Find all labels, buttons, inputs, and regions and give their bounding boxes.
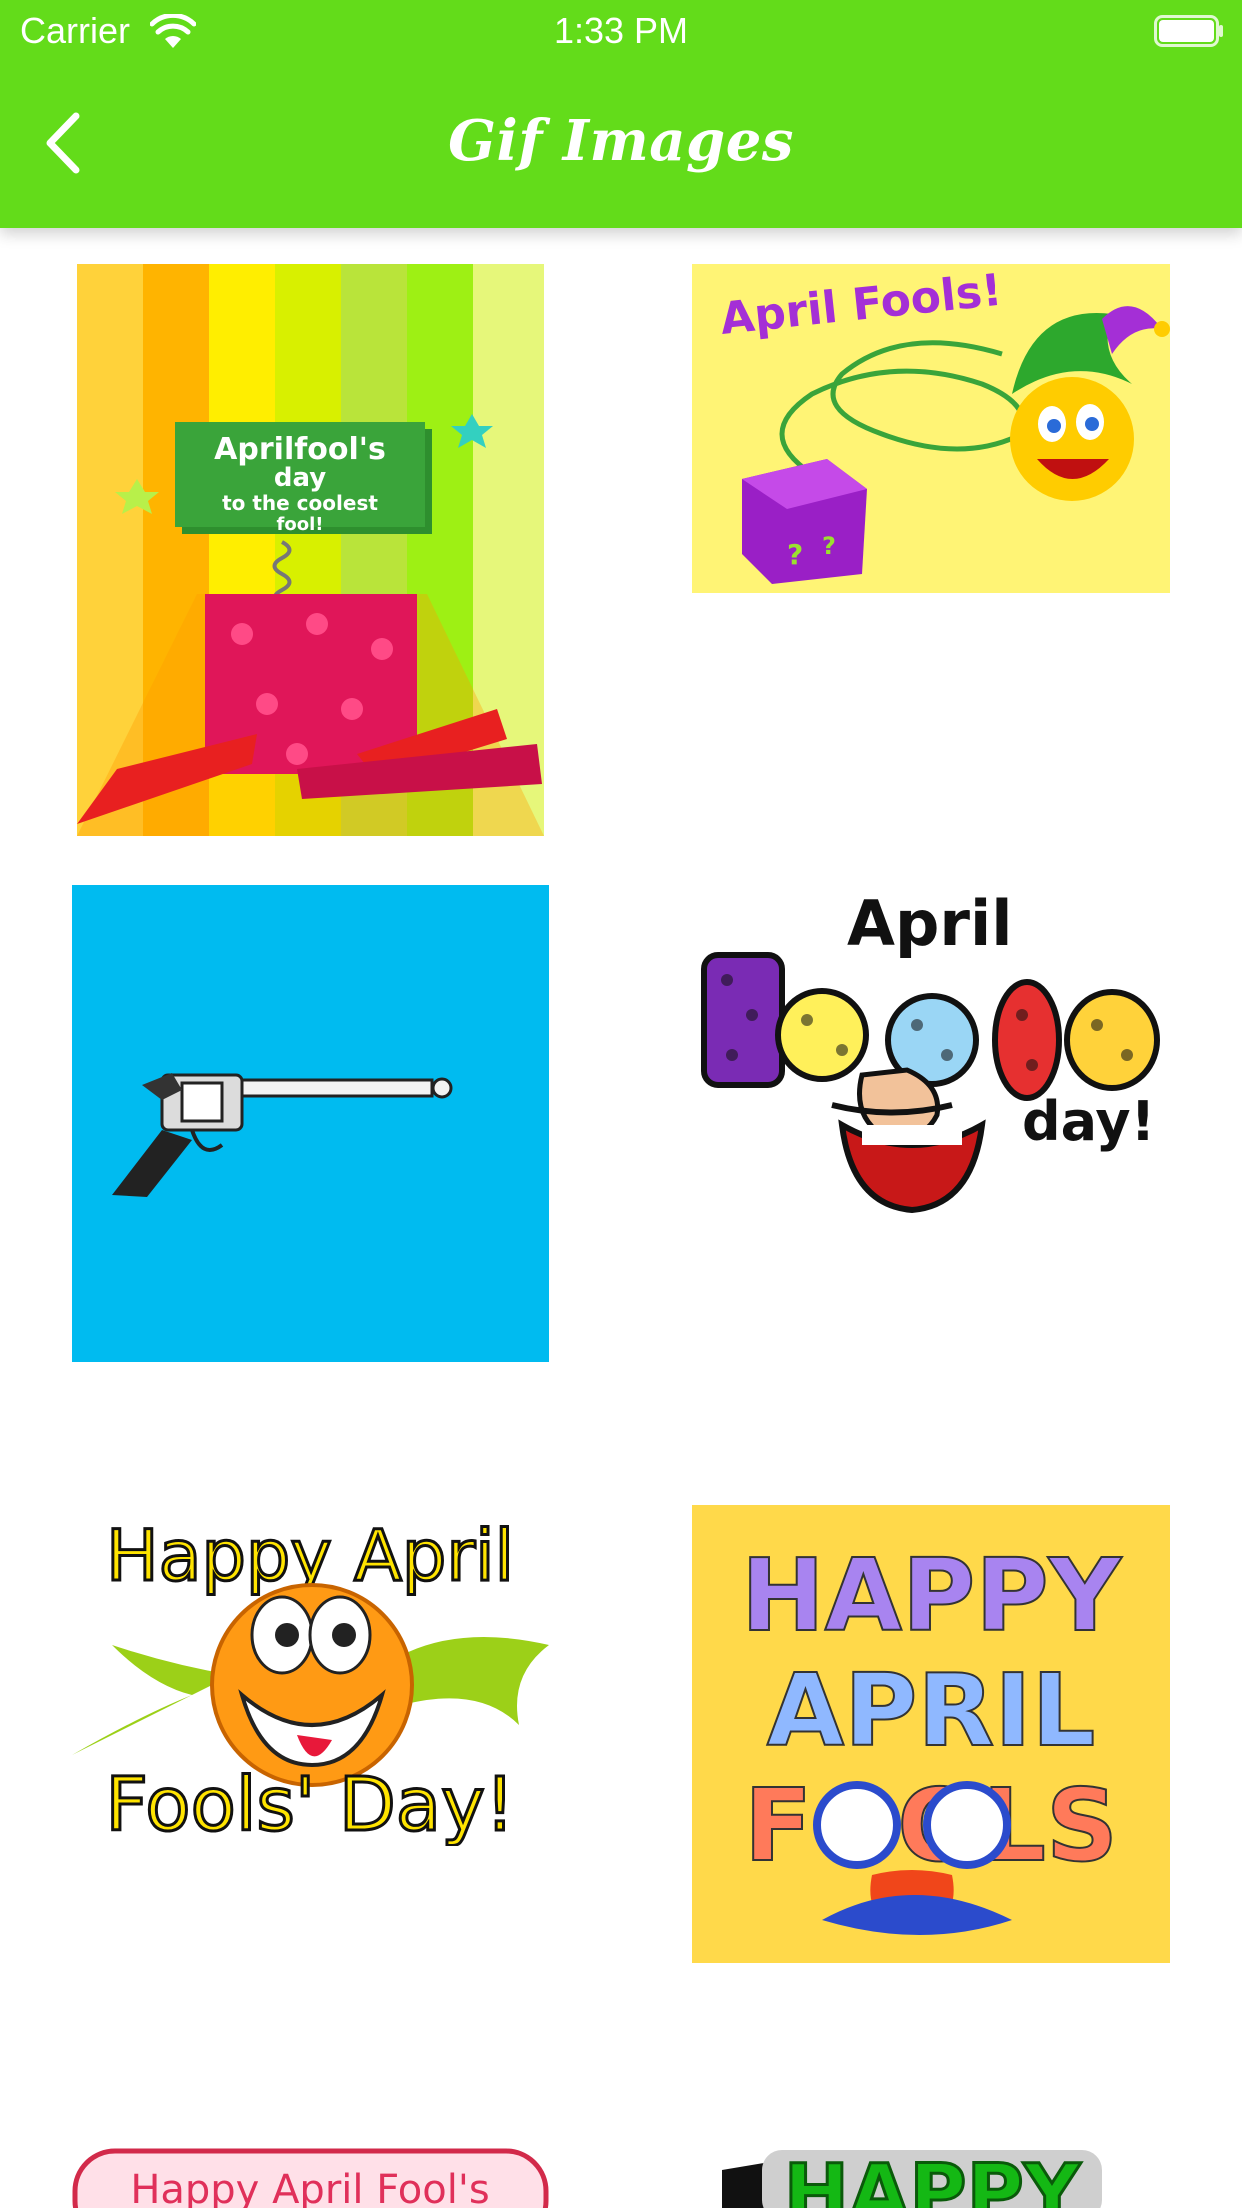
- tile-8-text: HAPPY: [784, 2149, 1082, 2208]
- tile-1-text-line-1: Aprilfool's: [214, 432, 386, 467]
- tile-6-line-2: APRIL: [767, 1652, 1096, 1769]
- tile-4-line-1: April: [847, 887, 1012, 960]
- tile-6-line-1: HAPPY: [741, 1537, 1123, 1654]
- page-title: Gif Images: [448, 108, 794, 174]
- svg-text:?: ?: [787, 538, 803, 571]
- gif-tile-3[interactable]: [72, 885, 549, 1362]
- tile-1-text-line-2: day: [274, 463, 326, 493]
- gif-tile-5[interactable]: Happy April Fools' Day!: [72, 1505, 549, 1846]
- status-time: 1:33 PM: [553, 10, 689, 51]
- battery-icon: [1154, 15, 1223, 47]
- svg-text:?: ?: [822, 532, 836, 560]
- gif-tile-4[interactable]: April day!: [692, 885, 1170, 1245]
- tile-7-text: Happy April Fool's: [130, 2167, 489, 2208]
- tile-1-text-line-3: to the coolest: [222, 491, 378, 515]
- tile-1-text-line-4: fool!: [277, 514, 324, 535]
- gif-tile-1[interactable]: Aprilfool's day to the coolest fool!: [77, 264, 544, 836]
- gif-tile-8[interactable]: HAPPY: [722, 2140, 1132, 2208]
- tile-5-line-2: Fools' Day!: [105, 1762, 514, 1846]
- navigation-bar: Carrier 1:33 PM Gif Images: [0, 0, 1242, 228]
- gif-tile-7[interactable]: Happy April Fool's: [72, 2148, 549, 2208]
- gif-tile-2[interactable]: April Fools! ? ?: [692, 264, 1170, 593]
- gif-tile-6[interactable]: HAPPY APRIL FOOLS: [692, 1505, 1170, 1963]
- tile-4-line-3: day!: [1022, 1090, 1155, 1153]
